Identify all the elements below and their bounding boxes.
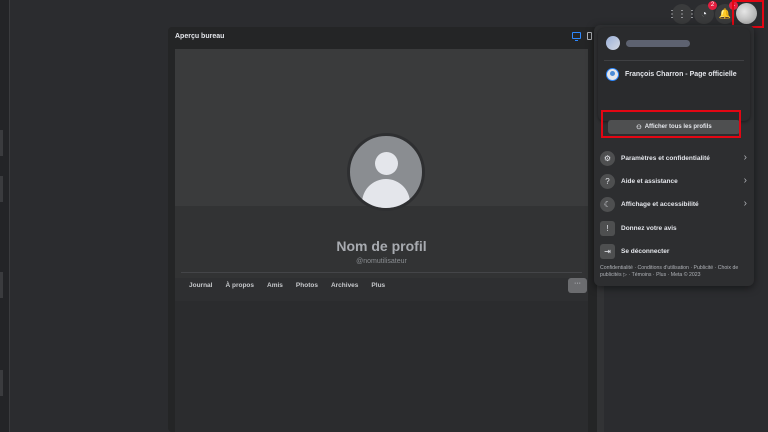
current-account-row[interactable] xyxy=(606,36,690,50)
menu-grid-button[interactable]: ⋮⋮⋮ xyxy=(667,4,697,24)
menu-item-label: Se déconnecter xyxy=(621,247,670,255)
help-icon: ? xyxy=(600,173,615,189)
bell-icon: 🔔 xyxy=(718,8,732,20)
menu-item-label: Aide et assistance xyxy=(621,177,678,185)
header-separator xyxy=(604,60,744,61)
highlight-box-see-profiles xyxy=(601,110,741,138)
left-tick xyxy=(0,272,3,298)
profile-handle: @nomutilisateur xyxy=(356,258,407,265)
phone-icon[interactable] xyxy=(587,32,592,40)
profile-separator xyxy=(181,272,582,273)
menu-item-help[interactable]: ? Aide et assistance › xyxy=(600,172,750,190)
page-name: François Charron - Page officielle xyxy=(625,71,737,78)
menu-footer-links[interactable]: Confidentialité · Conditions d'utilisati… xyxy=(600,265,752,279)
tab-amis[interactable]: Amis xyxy=(267,282,283,289)
tab-photos[interactable]: Photos xyxy=(296,282,318,289)
blurred-account-name xyxy=(626,39,690,47)
messenger-icon: ◔ xyxy=(700,8,708,20)
grid-icon: ⋮⋮⋮ xyxy=(667,8,697,20)
account-menu: François Charron - Page officielle ⚇ Aff… xyxy=(594,25,754,286)
chevron-right-icon: › xyxy=(743,152,747,163)
account-menu-header: François Charron - Page officielle ⚇ Aff… xyxy=(598,28,750,134)
preview-device-toggle xyxy=(572,32,592,41)
tab-journal[interactable]: Journal xyxy=(189,282,212,289)
profile-avatar xyxy=(347,133,425,211)
avatar-head xyxy=(375,152,398,175)
left-column xyxy=(0,0,10,432)
logout-icon: ⇥ xyxy=(600,243,615,259)
gear-icon: ⚙ xyxy=(600,150,615,166)
profile-content-area xyxy=(175,301,588,432)
page-avatar-icon xyxy=(606,68,619,81)
menu-item-display[interactable]: ☾ Affichage et accessibilité › xyxy=(600,195,750,213)
account-avatar xyxy=(606,36,620,50)
moon-icon: ☾ xyxy=(600,196,615,212)
menu-item-logout[interactable]: ⇥ Se déconnecter xyxy=(600,242,750,260)
highlight-box-avatar xyxy=(732,0,764,28)
menu-item-settings[interactable]: ⚙ Paramètres et confidentialité › xyxy=(600,149,750,167)
tab-plus[interactable]: Plus xyxy=(371,282,385,289)
menu-item-feedback[interactable]: ! Donnez votre avis xyxy=(600,219,750,237)
page-profile-row[interactable]: François Charron - Page officielle xyxy=(606,68,737,81)
chevron-right-icon: › xyxy=(743,175,747,186)
more-options-button[interactable]: ··· xyxy=(568,278,587,293)
menu-item-label: Paramètres et confidentialité xyxy=(621,154,710,162)
avatar-body xyxy=(362,179,410,208)
monitor-icon[interactable] xyxy=(572,32,581,41)
menu-item-label: Affichage et accessibilité xyxy=(621,200,699,208)
tab-archives[interactable]: Archives xyxy=(331,282,358,289)
left-tick xyxy=(0,176,3,202)
left-tick xyxy=(0,130,3,156)
tab-a-propos[interactable]: À propos xyxy=(225,282,254,289)
feedback-icon: ! xyxy=(600,220,615,236)
messenger-button[interactable]: ◔ 2 xyxy=(694,1,717,24)
desktop-preview-panel: Aperçu bureau Nom de profil @nomutilisat… xyxy=(168,27,604,432)
menu-item-label: Donnez votre avis xyxy=(621,224,677,232)
profile-name: Nom de profil xyxy=(336,238,427,254)
profile-tabs: Journal À propos Amis Photos Archives Pl… xyxy=(189,282,385,289)
profile-card: Nom de profil @nomutilisateur Journal À … xyxy=(175,49,588,432)
preview-title: Aperçu bureau xyxy=(175,33,225,40)
top-bar: ⋮⋮⋮ ◔ 2 🔔 1 xyxy=(0,0,768,28)
chevron-right-icon: › xyxy=(743,198,747,209)
left-tick xyxy=(0,370,3,396)
